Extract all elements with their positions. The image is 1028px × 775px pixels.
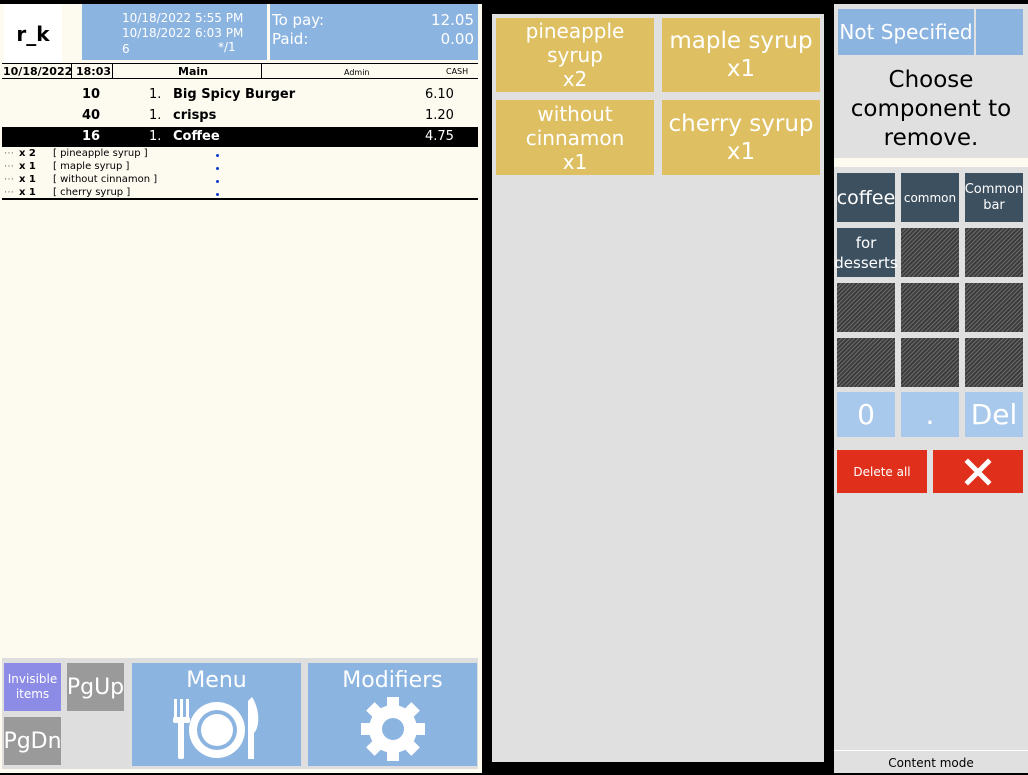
key-zero[interactable]: 0 <box>837 392 895 437</box>
item-qty: 1. <box>149 108 162 123</box>
empty-key <box>965 283 1023 332</box>
date-now: 10/18/2022 6:03 PM <box>122 26 244 40</box>
modifier-qty: x 1 <box>19 174 36 185</box>
item-price: 6.10 <box>425 87 454 102</box>
modifiers-button-label: Modifiers <box>342 668 443 693</box>
modifier-name: [ pineapple syrup ] <box>53 148 148 159</box>
menu-button-label: Menu <box>186 668 247 693</box>
divider <box>834 158 1028 167</box>
item-code: 40 <box>82 108 101 123</box>
item-code: 16 <box>82 129 101 144</box>
modifier-tile[interactable]: maple syrup x1 <box>662 18 820 92</box>
empty-key <box>965 228 1023 277</box>
paid-value: 0.00 <box>440 30 474 48</box>
modifier-dot-icon <box>216 180 219 183</box>
modifier-qty: x 1 <box>19 187 36 198</box>
item-price: 1.20 <box>425 108 454 123</box>
to-pay-value: 12.05 <box>431 11 474 29</box>
prompt-text: Choose component to remove. <box>850 67 1012 151</box>
tile-count: x1 <box>726 138 756 165</box>
plate-cutlery-icon <box>172 697 258 759</box>
empty-key <box>901 283 959 332</box>
tile-name: maple syrup <box>669 28 813 54</box>
order-row-selected[interactable]: 16 1. Coffee 4.75 <box>2 127 478 147</box>
modifier-row[interactable]: ⋯ x 1 [ maple syrup ] <box>2 161 478 174</box>
order-section: Main <box>178 65 208 78</box>
empty-key <box>901 338 959 387</box>
modifier-dot-icon <box>216 193 219 196</box>
empty-key <box>901 228 959 277</box>
modifier-dot-icon <box>216 154 219 157</box>
key-decimal[interactable]: . <box>901 392 959 437</box>
order-user: Admin <box>344 68 370 77</box>
not-specified-button[interactable]: Not Specified <box>838 9 974 55</box>
key-delete[interactable]: Del <box>965 392 1023 437</box>
close-button[interactable] <box>933 450 1023 493</box>
gear-icon <box>360 697 425 761</box>
modifier-qty: x 1 <box>19 161 36 172</box>
divider <box>2 198 478 200</box>
invisible-items-button[interactable]: Invisible items <box>4 663 61 711</box>
empty-key <box>965 338 1023 387</box>
guests-count: */1 <box>218 40 236 54</box>
payment-summary: To pay: 12.05 Paid: 0.00 <box>270 4 478 60</box>
order-payment-type: CASH <box>446 67 469 76</box>
modifier-qty: x 2 <box>19 148 36 159</box>
modifier-tile[interactable]: pineapple syrup x2 <box>496 18 654 92</box>
tile-name: pineapple syrup <box>525 19 625 67</box>
tile-count: x2 <box>562 67 588 91</box>
menu-button[interactable]: Menu <box>132 663 301 766</box>
page-down-button[interactable]: PgDn <box>3 717 62 765</box>
order-row[interactable]: 40 1. crisps 1.20 <box>2 106 478 126</box>
key-common-bar[interactable]: Common bar <box>965 173 1023 222</box>
modifiers-button[interactable]: Modifiers <box>308 663 477 766</box>
date-open: 10/18/2022 5:55 PM <box>122 11 244 25</box>
item-code: 10 <box>82 87 101 102</box>
modifier-name: [ cherry syrup ] <box>53 187 131 198</box>
item-qty: 1. <box>149 129 162 144</box>
modifier-name: [ without cinnamon ] <box>53 174 158 185</box>
key-common[interactable]: common <box>901 173 959 222</box>
order-info: 10/18/2022 5:55 PM 10/18/2022 6:03 PM 6 … <box>82 4 267 60</box>
tile-name: cherry syrup <box>668 110 814 137</box>
empty-key <box>837 283 895 332</box>
close-icon <box>964 457 992 486</box>
item-qty: 1. <box>149 87 162 102</box>
delete-all-button[interactable]: Delete all <box>837 450 927 493</box>
item-name: crisps <box>173 108 217 123</box>
page-up-button[interactable]: PgUp <box>67 663 124 711</box>
order-row[interactable]: 10 1. Big Spicy Burger 6.10 <box>2 85 478 105</box>
modifier-row[interactable]: ⋯ x 2 [ pineapple syrup ] <box>2 148 478 161</box>
item-price: 4.75 <box>425 129 454 144</box>
modifier-row[interactable]: ⋯ x 1 [ without cinnamon ] <box>2 174 478 187</box>
not-specified-extra-button[interactable] <box>976 9 1023 55</box>
tile-count: x1 <box>726 56 756 82</box>
empty-key <box>837 338 895 387</box>
item-name: Coffee <box>173 129 220 144</box>
logo: r_k <box>4 4 62 64</box>
table-number: 6 <box>122 42 130 56</box>
paid-label: Paid: <box>272 30 309 48</box>
key-for-desserts[interactable]: for desserts <box>834 228 898 277</box>
item-name: Big Spicy Burger <box>173 87 296 102</box>
tile-count: x1 <box>562 149 588 174</box>
order-time: 18:03 <box>76 65 112 78</box>
modifier-tile[interactable]: without cinnamon x1 <box>496 100 654 175</box>
key-coffee[interactable]: coffee <box>837 173 895 222</box>
to-pay-label: To pay: <box>272 11 325 29</box>
order-date: 10/18/2022 <box>3 65 73 78</box>
modifier-tile[interactable]: cherry syrup x1 <box>662 100 820 175</box>
tile-name: without cinnamon <box>525 101 625 150</box>
status-bar: Content mode <box>834 750 1028 773</box>
modifier-name: [ maple syrup ] <box>53 161 130 172</box>
modifier-dot-icon <box>216 167 219 170</box>
order-header: 10/18/2022 18:03 Main Admin CASH <box>2 63 478 79</box>
